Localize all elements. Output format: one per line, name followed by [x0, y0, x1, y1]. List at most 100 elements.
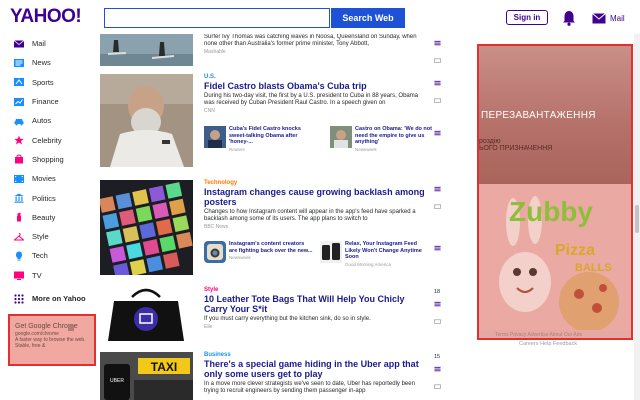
header-mail-link[interactable]: Mail — [592, 11, 636, 25]
share-icon[interactable] — [434, 186, 441, 192]
related-story[interactable]: Cuba's Fidel Castro knocks sweet-talking… — [204, 126, 314, 152]
sidebar-item-tech[interactable]: Tech — [14, 246, 94, 265]
story-thumbnail[interactable] — [100, 180, 193, 275]
related-story[interactable]: Relax, Your Instagram Feed Likely Won't … — [320, 241, 430, 267]
related-actions — [434, 126, 448, 144]
sidebar-item-label: Autos — [32, 116, 52, 126]
sidebar-item-beauty[interactable]: Beauty — [14, 208, 94, 227]
ad-subtitle-line-2: ЬОГО ПРИЗНАЧЕННЯ — [479, 145, 553, 152]
story-category[interactable]: Style — [204, 287, 430, 293]
tech-icon — [16, 251, 22, 261]
header-bar: YAHOO! Search Web Sign in Mail — [0, 0, 640, 34]
story-thumbnail[interactable]: TAXI UBER — [100, 352, 193, 400]
sidebar-item-news[interactable]: News — [14, 53, 94, 72]
related-headline: Cuba's Fidel Castro knocks sweet-talking… — [229, 126, 301, 145]
sidebar-item-label: Shopping — [32, 154, 64, 164]
story-comment-count: 18 — [434, 289, 441, 295]
story-content: Technology Instagram changes cause growi… — [204, 180, 430, 230]
comment-icon[interactable] — [434, 319, 441, 325]
related-thumbnail — [204, 126, 226, 148]
left-ad-chrome[interactable]: Get Google Chrome google.com/chrome A fa… — [8, 314, 96, 366]
search-web-button[interactable]: Search Web — [331, 8, 405, 28]
sidebar-item-sports[interactable]: Sports — [14, 73, 94, 92]
share-icon[interactable] — [434, 40, 441, 46]
related-source: Reuters — [229, 146, 245, 152]
share-icon[interactable] — [434, 245, 441, 251]
story-category[interactable]: Business — [204, 352, 430, 358]
ad-title: ПЕРЕЗАВАНТАЖЕННЯ — [481, 110, 596, 121]
story-headline[interactable]: Instagram changes cause growing backlash… — [204, 187, 430, 207]
story-category[interactable]: U.S. — [204, 74, 430, 80]
beauty-lipstick-icon — [17, 212, 21, 222]
sidebar-item-celebrity[interactable]: Celebrity — [14, 130, 94, 149]
story-headline[interactable]: 10 Leather Tote Bags That Will Help You … — [204, 294, 430, 314]
sidebar-more-on-yahoo[interactable]: More on Yahoo — [14, 289, 94, 308]
sidebar-item-politics[interactable]: Politics — [14, 188, 94, 207]
story-headline[interactable]: There's a special game hiding in the Ube… — [204, 359, 430, 379]
share-icon[interactable] — [434, 130, 441, 136]
sidebar-item-label: TV — [32, 270, 42, 280]
story-actions: 15 — [434, 354, 448, 398]
related-story[interactable]: Instagram's content creators are fightin… — [204, 241, 314, 263]
right-ad-panel[interactable]: ПЕРЕЗАВАНТАЖЕННЯ роздію ЬОГО ПРИЗНАЧЕННЯ … — [477, 44, 633, 340]
ad-footer-links[interactable]: Terms Privacy Advertise About Our Ads — [495, 332, 582, 338]
story-thumbnail[interactable] — [100, 74, 193, 167]
sidebar-item-tv[interactable]: TV — [14, 266, 94, 285]
related-source: Newsweek — [229, 255, 251, 260]
story-fidel-castro[interactable]: U.S. Fidel Castro blasts Obama's Cuba tr… — [100, 74, 452, 170]
yahoo-logo[interactable]: YAHOO! — [10, 6, 82, 28]
related-actions — [434, 241, 448, 259]
sidebar-item-autos[interactable]: Autos — [14, 111, 94, 130]
sidebar-item-shopping[interactable]: Shopping — [14, 150, 94, 169]
story-thumbnail[interactable] — [100, 287, 193, 343]
style-hanger-icon — [14, 232, 24, 241]
ad-subtitle-line-1: роздію — [479, 138, 501, 145]
sidebar-item-finance[interactable]: Finance — [14, 92, 94, 111]
sidebar-item-label: Finance — [32, 97, 59, 107]
movies-icon — [14, 174, 24, 183]
story-content: U.S. Fidel Castro blasts Obama's Cuba tr… — [204, 74, 430, 114]
celebrity-star-icon — [14, 135, 24, 145]
story-actions — [434, 76, 448, 112]
sidebar-nav: Mail News Sports Finance Autos Celebrity… — [14, 34, 94, 308]
story-actions — [434, 182, 448, 218]
story-content: Surfer Ivy Thomas was catching waves in … — [204, 34, 430, 55]
comment-icon[interactable] — [434, 98, 441, 104]
sports-icon — [14, 78, 24, 87]
ad-close-icon[interactable] — [68, 325, 74, 331]
story-summary: In a move more clever strategists we've … — [204, 381, 415, 394]
news-icon — [14, 58, 24, 67]
scrollbar-thumb[interactable] — [635, 205, 639, 233]
sidebar-item-label: Celebrity — [32, 135, 62, 145]
related-thumbnail — [330, 126, 352, 148]
sign-in-button[interactable]: Sign in — [506, 10, 548, 25]
page-scrollbar[interactable] — [634, 0, 640, 400]
story-category[interactable]: Technology — [204, 180, 430, 186]
story-tote-bags[interactable]: Style 10 Leather Tote Bags That Will Hel… — [100, 287, 452, 347]
bell-icon[interactable] — [562, 10, 576, 26]
share-icon[interactable] — [434, 301, 441, 307]
sidebar-item-label: Tech — [32, 251, 48, 261]
search-input[interactable] — [104, 8, 330, 28]
comment-icon[interactable] — [434, 204, 441, 210]
story-content: Style 10 Leather Tote Bags That Will Hel… — [204, 287, 430, 330]
instagram-logo-icon — [204, 241, 226, 263]
sidebar-item-mail[interactable]: Mail — [14, 34, 94, 53]
share-icon[interactable] — [434, 366, 441, 372]
related-story[interactable]: Castro on Obama: 'We do not need the emp… — [330, 126, 440, 152]
grid-dots-icon — [14, 293, 24, 304]
story-thumbnail[interactable] — [100, 34, 193, 66]
story-source: CNN — [204, 108, 215, 114]
story-headline[interactable]: Fidel Castro blasts Obama's Cuba trip — [204, 81, 430, 91]
story-uber[interactable]: TAXI UBER Business There's a special gam… — [100, 352, 452, 400]
story-instagram[interactable]: Technology Instagram changes cause growi… — [100, 180, 452, 280]
share-icon[interactable] — [434, 80, 441, 86]
svg-text:TAXI: TAXI — [151, 360, 177, 374]
comment-icon[interactable] — [434, 384, 441, 390]
sidebar-item-style[interactable]: Style — [14, 227, 94, 246]
sidebar-item-movies[interactable]: Movies — [14, 169, 94, 188]
mail-icon — [14, 39, 24, 48]
footer-links[interactable]: Careers Help Feedback — [519, 341, 577, 347]
comment-icon[interactable] — [434, 58, 441, 64]
sidebar-item-label: Politics — [32, 193, 56, 203]
